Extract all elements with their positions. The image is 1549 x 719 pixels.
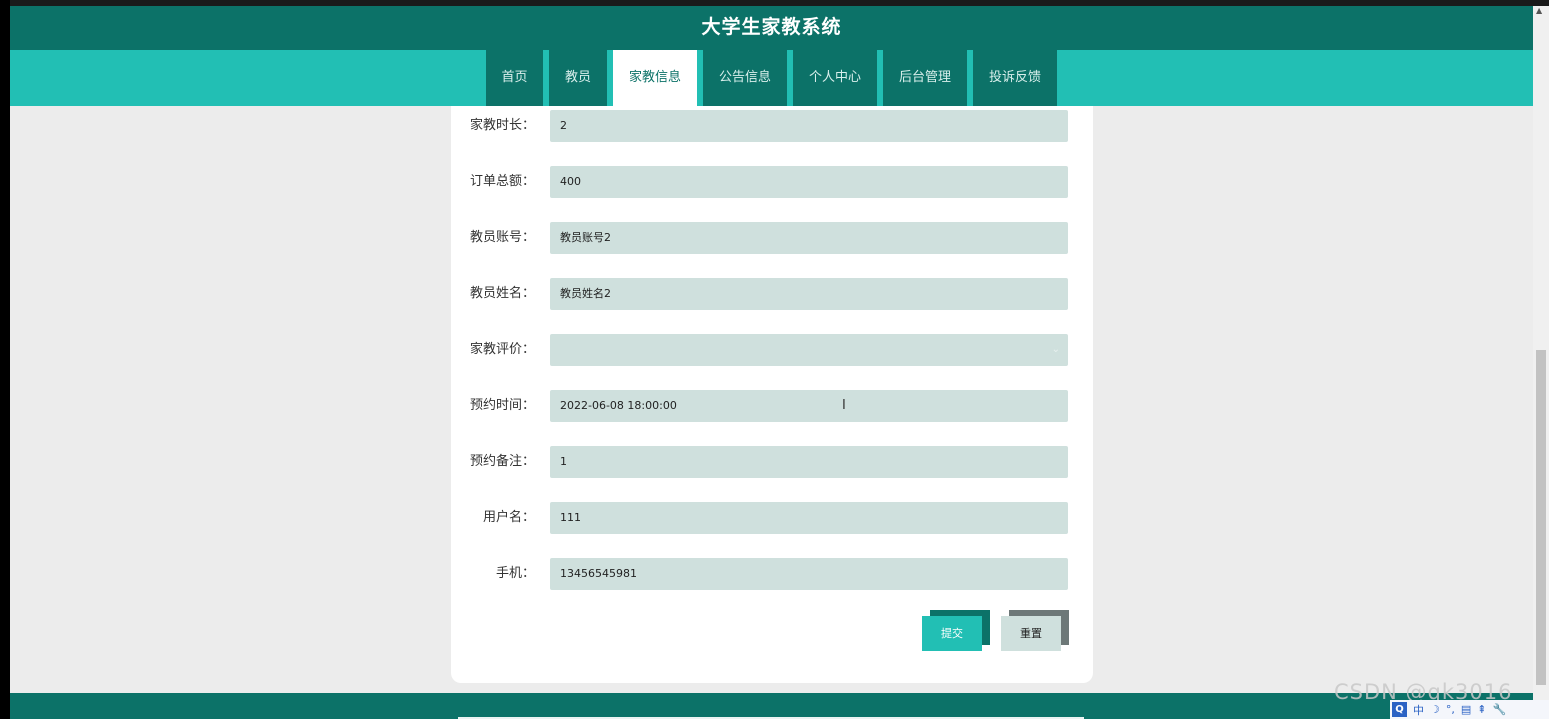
appointment-time-label: 预约时间： xyxy=(469,398,535,413)
site-footer xyxy=(10,693,1533,719)
nav-tutors[interactable]: 教员 xyxy=(549,50,607,106)
ime-keyboard-icon[interactable]: ▤ xyxy=(1461,703,1471,716)
tutor-account-label: 教员账号： xyxy=(469,230,535,245)
phone-field[interactable]: 13456545981 xyxy=(550,558,1068,590)
form-row-remark: 预约备注： 1 xyxy=(451,446,1093,478)
form-row-tutor-account: 教员账号： 教员账号2 xyxy=(451,222,1093,254)
username-field[interactable]: 111 xyxy=(550,502,1068,534)
ime-moon-icon[interactable]: ☽ xyxy=(1430,703,1440,716)
form-row-total: 订单总额： 400 xyxy=(451,166,1093,198)
username-label: 用户名： xyxy=(482,510,535,525)
nav-announcements[interactable]: 公告信息 xyxy=(703,50,787,106)
scrollbar-thumb[interactable] xyxy=(1536,350,1546,685)
form-row-rating: 家教评价： ⌄ xyxy=(451,334,1093,366)
page-scrollbar[interactable]: ▲ xyxy=(1533,6,1549,719)
ime-toolbar[interactable]: Q 中 ☽ °, ▤ ⇞ 🔧 xyxy=(1390,700,1549,719)
window-left-edge xyxy=(0,0,10,719)
reset-button[interactable]: 重置 xyxy=(1001,616,1061,651)
ime-punctuation-icon[interactable]: °, xyxy=(1446,703,1455,716)
page-viewport: 大学生家教系统 首页 教员 家教信息 公告信息 个人中心 后台管理 投诉反馈 家… xyxy=(10,6,1533,719)
total-label: 订单总额： xyxy=(469,174,535,189)
nav-feedback[interactable]: 投诉反馈 xyxy=(973,50,1057,106)
nav-personal-center[interactable]: 个人中心 xyxy=(793,50,877,106)
total-field[interactable]: 400 xyxy=(550,166,1068,198)
ime-tools-icon[interactable]: 🔧 xyxy=(1493,703,1507,716)
main-nav-bar: 首页 教员 家教信息 公告信息 个人中心 后台管理 投诉反馈 xyxy=(10,50,1533,106)
site-header: 大学生家教系统 xyxy=(10,6,1533,50)
form-row-duration: 家教时长： 2 xyxy=(451,110,1093,142)
phone-label: 手机： xyxy=(495,566,535,581)
site-title: 大学生家教系统 xyxy=(701,16,842,38)
remark-field[interactable]: 1 xyxy=(550,446,1068,478)
form-row-username: 用户名： 111 xyxy=(451,502,1093,534)
ime-skin-icon[interactable]: ⇞ xyxy=(1477,703,1486,716)
appointment-time-field[interactable]: 2022-06-08 18:00:00 xyxy=(550,390,1068,422)
duration-field[interactable]: 2 xyxy=(550,110,1068,142)
submit-button[interactable]: 提交 xyxy=(922,616,982,651)
form-row-tutor-name: 教员姓名： 教员姓名2 xyxy=(451,278,1093,310)
chevron-down-icon: ⌄ xyxy=(1051,344,1060,355)
text-cursor-icon: I xyxy=(842,398,846,413)
nav-home[interactable]: 首页 xyxy=(486,50,543,106)
scroll-up-arrow-icon[interactable]: ▲ xyxy=(1536,6,1542,15)
tutor-name-label: 教员姓名： xyxy=(469,286,535,301)
form-row-phone: 手机： 13456545981 xyxy=(451,558,1093,590)
form-row-appointment-time: 预约时间： 2022-06-08 18:00:00 xyxy=(451,390,1093,422)
duration-label: 家教时长： xyxy=(469,118,535,133)
main-nav: 首页 教员 家教信息 公告信息 个人中心 后台管理 投诉反馈 xyxy=(486,50,1063,106)
ime-chinese-mode[interactable]: 中 xyxy=(1413,702,1424,718)
rating-select[interactable]: ⌄ xyxy=(550,334,1068,366)
ime-logo-icon[interactable]: Q xyxy=(1392,702,1407,717)
nav-admin[interactable]: 后台管理 xyxy=(883,50,967,106)
tutor-account-field[interactable]: 教员账号2 xyxy=(550,222,1068,254)
tutor-name-field[interactable]: 教员姓名2 xyxy=(550,278,1068,310)
remark-label: 预约备注： xyxy=(469,454,535,469)
order-form-card: 家教时长： 2 订单总额： 400 教员账号： 教员账号2 教员姓名： 教员姓名… xyxy=(451,106,1093,683)
rating-label: 家教评价： xyxy=(469,342,535,357)
nav-tutoring-info[interactable]: 家教信息 xyxy=(613,50,697,106)
